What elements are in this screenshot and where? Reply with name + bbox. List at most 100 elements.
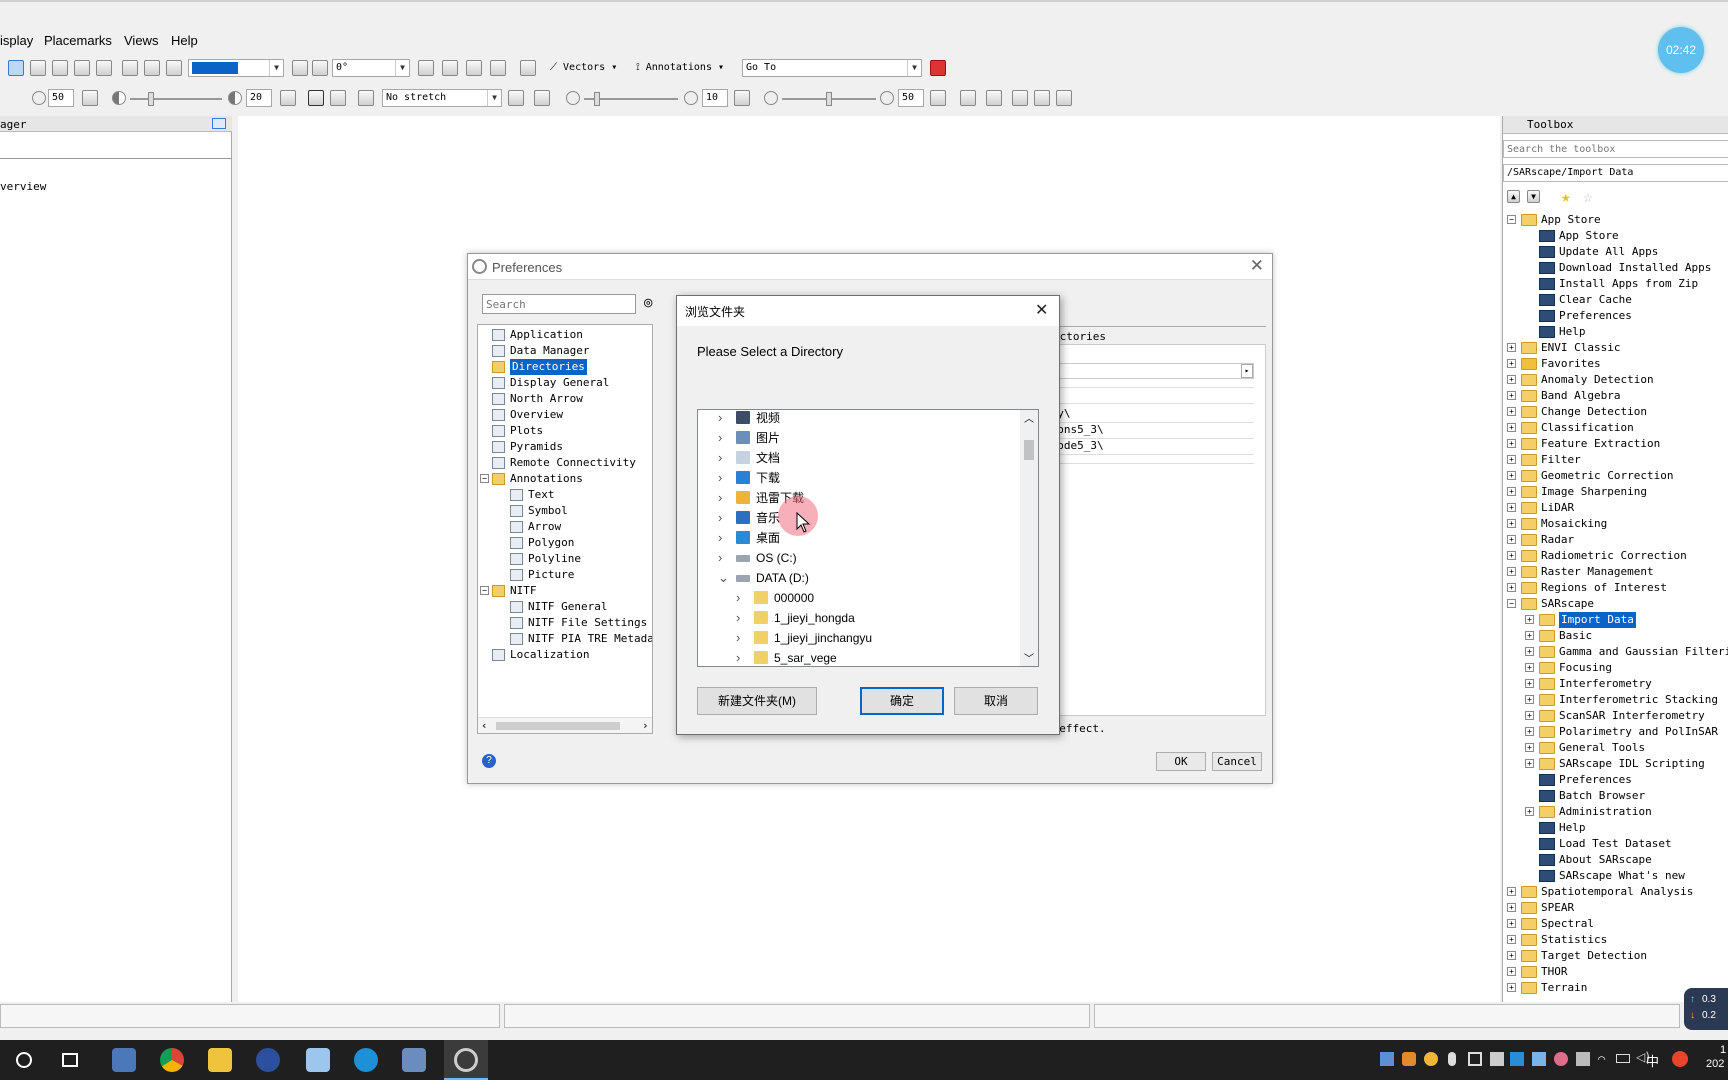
expand-toggle-icon[interactable]: + <box>1525 727 1534 736</box>
task-view-icon[interactable] <box>62 1053 78 1067</box>
crosshair-icon[interactable] <box>418 60 434 76</box>
battery-icon[interactable] <box>1616 1054 1630 1063</box>
expand-toggle-icon[interactable]: + <box>1507 487 1516 496</box>
browse-ok-button[interactable]: 确定 <box>860 687 944 715</box>
draw-icon[interactable] <box>490 60 506 76</box>
rotate-right-icon[interactable] <box>312 60 328 76</box>
remove-favorite-icon[interactable]: ☆ <box>1583 187 1593 206</box>
tray-app-icon[interactable] <box>1468 1052 1482 1066</box>
browse-tree-item[interactable]: › 文档 <box>698 448 1018 468</box>
collapse-toggle-icon[interactable]: − <box>480 586 489 595</box>
rotate-left-icon[interactable] <box>292 60 308 76</box>
browse-tree-item[interactable]: › 000000 <box>698 588 1018 608</box>
expand-toggle-icon[interactable]: + <box>1525 615 1534 624</box>
tray-app-icon[interactable] <box>1554 1052 1568 1066</box>
browse-tree-item[interactable]: › 1_jieyi_jinchangyu <box>698 628 1018 648</box>
expand-toggle-icon[interactable]: + <box>1507 983 1516 992</box>
browse-tree-item[interactable]: › 1_jieyi_hongda <box>698 608 1018 628</box>
contrast-slider[interactable] <box>130 98 222 100</box>
zoom-fixed-icon[interactable] <box>166 60 182 76</box>
chevron-right-icon[interactable]: › <box>642 719 649 732</box>
file-explorer-app-icon[interactable] <box>208 1048 232 1072</box>
profile-icon[interactable] <box>960 90 976 106</box>
sogou-ime-icon[interactable] <box>1672 1051 1688 1067</box>
zoom-out-icon[interactable] <box>144 60 160 76</box>
chevron-down-icon[interactable]: ﹀ <box>1024 650 1034 665</box>
browse-tree-item[interactable]: › 图片 <box>698 428 1018 448</box>
install-app-icon[interactable] <box>402 1048 426 1072</box>
calculator-app-icon[interactable] <box>112 1048 136 1072</box>
zoom-icon[interactable] <box>96 60 112 76</box>
dock-icon[interactable] <box>212 118 226 129</box>
transparency-value[interactable]: 50 <box>898 89 924 107</box>
preferences-ok-button[interactable]: OK <box>1156 752 1206 771</box>
tray-app-icon[interactable] <box>1380 1052 1394 1066</box>
expand-toggle-icon[interactable]: + <box>1507 375 1516 384</box>
collapse-toggle-icon[interactable]: − <box>1507 215 1516 224</box>
chevron-right-icon[interactable]: › <box>718 548 722 568</box>
rotation-combo[interactable]: 0° ▼ <box>332 59 410 77</box>
chip-icon[interactable] <box>442 60 458 76</box>
feather-app-icon[interactable] <box>306 1048 330 1072</box>
tray-app-icon[interactable] <box>1490 1052 1504 1066</box>
tray-app-icon[interactable] <box>1402 1052 1416 1066</box>
directory-row[interactable]: sions5_3\ <box>1044 423 1254 439</box>
chevron-right-icon[interactable]: › <box>718 508 722 528</box>
chevron-right-icon[interactable]: › <box>718 410 722 428</box>
chevron-right-icon[interactable]: ▸ <box>1241 364 1253 378</box>
expand-toggle-icon[interactable]: + <box>1507 391 1516 400</box>
view-blend-icon[interactable] <box>1012 90 1028 106</box>
browse-tree-item[interactable]: ⌄ DATA (D:) <box>698 568 1018 588</box>
reset-contrast-icon[interactable] <box>280 90 296 106</box>
expand-toggle-icon[interactable]: + <box>1507 359 1516 368</box>
nav-scroll-thumb[interactable] <box>496 722 620 730</box>
contrast-value[interactable]: 20 <box>246 89 272 107</box>
browse-tree-item[interactable]: › 桌面 <box>698 528 1018 548</box>
browse-tree-item[interactable]: › 5_sar_vege <box>698 648 1018 666</box>
chevron-left-icon[interactable]: ‹ <box>481 719 488 732</box>
sharpen-slider-thumb[interactable] <box>594 92 600 106</box>
browse-vertical-scrollbar[interactable]: ︿ ﹀ <box>1020 410 1038 666</box>
link-views-icon[interactable] <box>930 60 946 76</box>
chevron-right-icon[interactable]: › <box>718 468 722 488</box>
directory-row-field[interactable] <box>1044 363 1254 379</box>
layer-overview-item[interactable]: verview <box>0 180 46 193</box>
expand-toggle-icon[interactable]: + <box>1507 551 1516 560</box>
expand-toggle-icon[interactable]: + <box>1525 631 1534 640</box>
directory-row[interactable]: _code5_3\ <box>1044 439 1254 455</box>
tray-app-icon[interactable] <box>1576 1052 1590 1066</box>
stretch-type-icon[interactable] <box>358 90 374 106</box>
reset-brightness-icon[interactable] <box>82 90 98 106</box>
collapse-toggle-icon[interactable]: − <box>1507 599 1516 608</box>
tray-app-icon[interactable] <box>1424 1052 1438 1066</box>
ime-indicator[interactable]: 中 <box>1646 1051 1659 1070</box>
expand-toggle-icon[interactable]: + <box>1507 455 1516 464</box>
menu-display[interactable]: isplay <box>0 33 33 48</box>
browse-tree-item[interactable]: › 视频 <box>698 410 1018 428</box>
pan-icon[interactable] <box>30 60 46 76</box>
help-icon[interactable]: ? <box>482 754 496 768</box>
expand-toggle-icon[interactable]: + <box>1507 583 1516 592</box>
preferences-search-input[interactable] <box>482 294 636 314</box>
expand-toggle-icon[interactable]: + <box>1507 439 1516 448</box>
browse-scroll-thumb[interactable] <box>1024 440 1034 460</box>
select-icon[interactable] <box>8 60 24 76</box>
view-swipe-icon[interactable] <box>1056 90 1072 106</box>
chevron-right-icon[interactable]: › <box>736 628 740 648</box>
add-favorite-icon[interactable]: ★ <box>1561 187 1571 206</box>
wifi-icon[interactable]: ◠ <box>1598 1052 1605 1066</box>
chevron-right-icon[interactable]: › <box>736 648 740 666</box>
expand-toggle-icon[interactable]: + <box>1507 887 1516 896</box>
stretch-select-icon[interactable] <box>308 90 324 106</box>
expand-toggle-icon[interactable]: + <box>1507 407 1516 416</box>
expand-toggle-icon[interactable]: + <box>1525 743 1534 752</box>
sharpen-value[interactable]: 10 <box>702 89 728 107</box>
expand-toggle-icon[interactable]: + <box>1525 711 1534 720</box>
browse-tree-item[interactable]: › 迅雷下载 <box>698 488 1018 508</box>
transparency-slider-thumb[interactable] <box>826 92 832 106</box>
expand-toggle-icon[interactable]: + <box>1507 951 1516 960</box>
vectors-dropdown[interactable]: ⟋ Vectors ▾ <box>550 62 617 73</box>
chevron-right-icon[interactable]: › <box>718 428 722 448</box>
expand-toggle-icon[interactable]: + <box>1507 903 1516 912</box>
browse-tree-item[interactable]: › OS (C:) <box>698 548 1018 568</box>
